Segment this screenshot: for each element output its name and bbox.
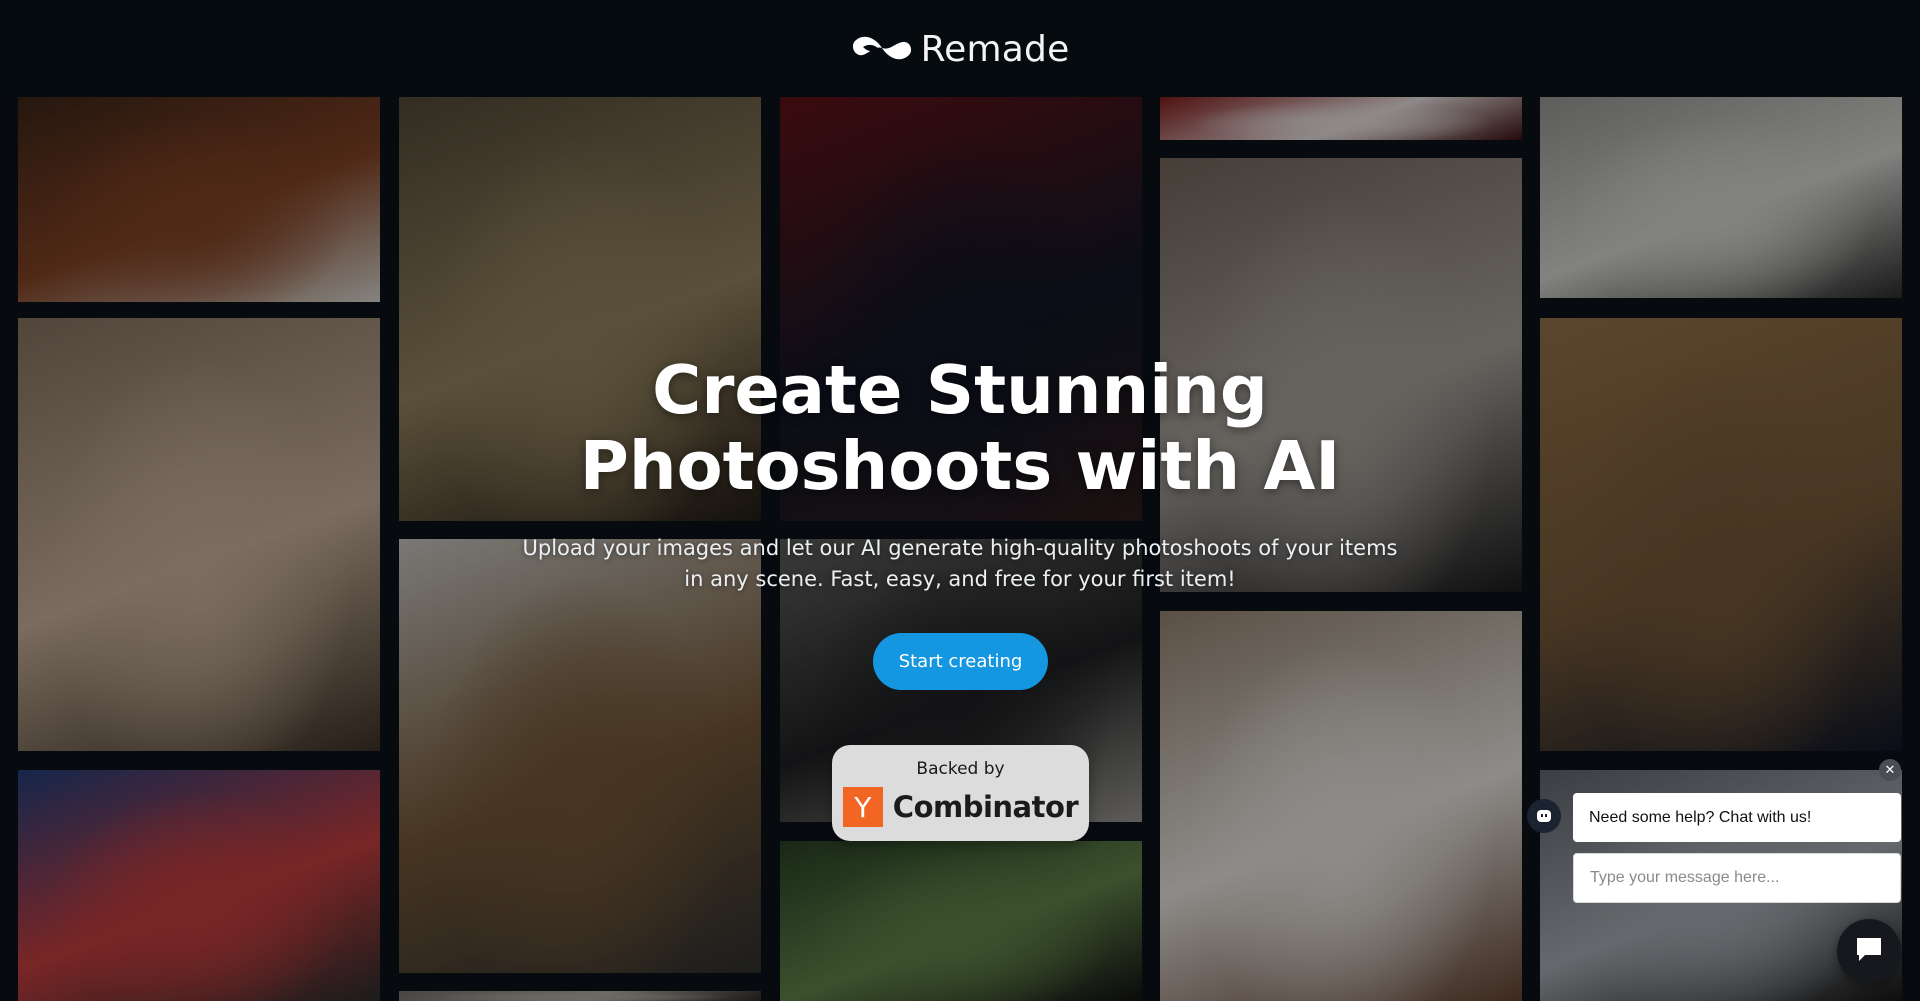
- combinator-name: Combinator: [892, 790, 1079, 824]
- headline-line-2: Photoshoots with AI: [579, 427, 1341, 505]
- hero-headline: Create Stunning Photoshoots with AI: [560, 352, 1360, 504]
- chat-launcher-button[interactable]: [1837, 919, 1901, 983]
- hero-subtitle: Upload your images and let our AI genera…: [522, 536, 1398, 591]
- chat-bubble-icon: [1853, 933, 1885, 969]
- brand-link[interactable]: Remade: [851, 29, 1070, 70]
- close-icon[interactable]: ✕: [1879, 759, 1901, 781]
- y-combinator-logo-icon: Y: [842, 787, 883, 827]
- hero-section: Create Stunning Photoshoots with AI Uplo…: [0, 0, 1920, 1001]
- backed-by-yc-badge[interactable]: Backed by Y Combinator: [832, 745, 1089, 841]
- chat-message-input[interactable]: [1573, 853, 1901, 903]
- site-header: Remade: [0, 0, 1920, 97]
- backed-by-label: Backed by: [916, 759, 1005, 779]
- brand-name: Remade: [920, 29, 1070, 70]
- remade-logo-icon: [851, 31, 913, 69]
- chat-bot-icon: [1527, 799, 1561, 833]
- yc-logo-row: Y Combinator: [842, 787, 1079, 827]
- headline-line-1: Create Stunning: [652, 351, 1268, 429]
- start-creating-button[interactable]: Start creating: [873, 633, 1048, 690]
- chat-greeting: Need some help? Chat with us!: [1573, 793, 1901, 842]
